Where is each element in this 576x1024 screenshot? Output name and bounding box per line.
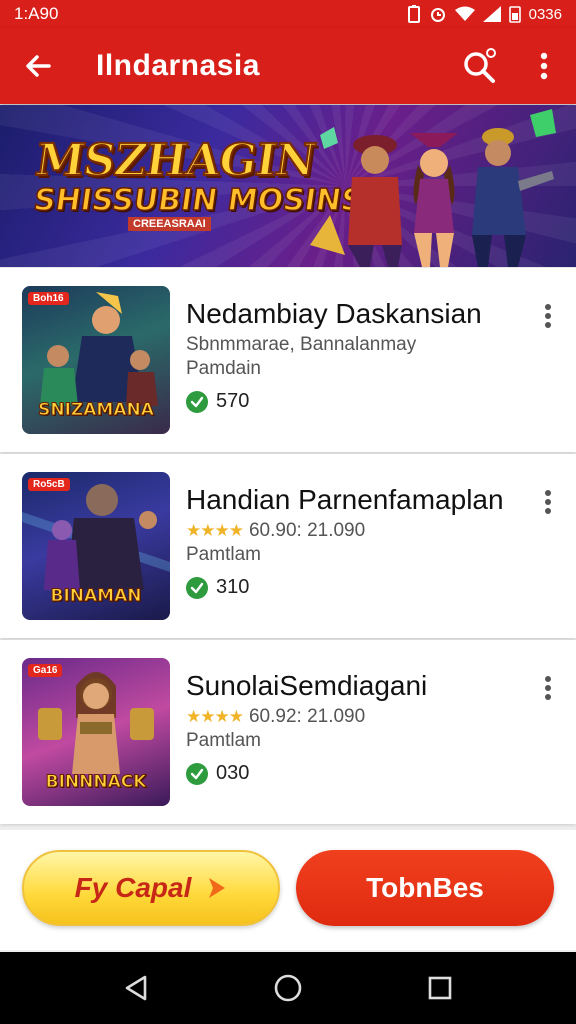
game-meta: ★★★★ 60.90: 21.090 — [186, 520, 365, 542]
arrow-right-icon — [209, 878, 226, 898]
check-icon — [186, 576, 208, 599]
rating-stars-icon: ★★★★ — [186, 521, 244, 540]
rating-stars-icon: ★★★★ — [186, 707, 244, 726]
alarm-icon — [430, 8, 445, 22]
thumbnail-label: SNIZAMANA — [38, 400, 155, 421]
thumbnail-tag: Ro5cB — [28, 478, 70, 491]
wifi-icon — [454, 6, 475, 21]
primary-button-label: Fy Capal — [74, 872, 192, 903]
banner-title: MSZHAGIN — [31, 134, 319, 187]
battery-saver-icon — [407, 5, 420, 23]
secondary-button[interactable]: TobnBes — [296, 850, 554, 926]
action-bar: Fy Capal TobnBes — [0, 830, 576, 950]
game-thumbnail[interactable]: Ro5cB BINAMAN — [22, 472, 170, 620]
status-bar: 1:A90 0336 — [0, 0, 576, 28]
game-meta-text: 60.92: 21.090 — [248, 706, 366, 727]
game-title: Handian Parnenfamaplan — [186, 484, 504, 515]
banner-characters-illustration — [310, 109, 556, 267]
game-category: Pamtlam — [186, 544, 261, 565]
back-button[interactable] — [0, 28, 76, 104]
game-count-value: 030 — [216, 762, 250, 784]
signal-icon — [482, 6, 501, 22]
nav-recents-icon — [428, 976, 452, 1000]
game-thumbnail[interactable]: Boh16 SNIZAMANA — [22, 286, 170, 434]
check-icon — [186, 390, 208, 413]
game-title: SunolaiSemdiagani — [186, 670, 428, 701]
banner-tag: CREEASRAAI — [128, 217, 211, 231]
more-vert-icon — [545, 304, 551, 328]
secondary-button-label: TobnBes — [366, 872, 484, 903]
overflow-menu-button[interactable] — [512, 28, 576, 104]
list-item[interactable]: Ro5cB BINAMAN Handian Parnenfamaplan ★★★… — [0, 454, 576, 638]
status-icons: 0336 — [407, 5, 562, 23]
game-count-value: 310 — [216, 576, 250, 598]
item-more-button[interactable] — [534, 482, 562, 522]
nav-home-icon — [274, 974, 302, 1002]
back-arrow-icon — [26, 55, 51, 77]
status-time: 1:A90 — [14, 4, 59, 23]
primary-button[interactable]: Fy Capal — [22, 850, 280, 926]
nav-home-button[interactable] — [258, 958, 318, 1018]
system-nav-bar — [0, 952, 576, 1024]
status-clock-right: 0336 — [528, 5, 562, 23]
thumbnail-label: BINNNACK — [45, 772, 147, 793]
app-bar: Ilndarnasia — [0, 28, 576, 104]
game-meta-text: Sbnmmarae, Bannalanmay — [186, 334, 417, 355]
search-icon — [464, 48, 496, 83]
game-category: Pamdain — [186, 358, 261, 379]
game-meta-text: 60.90: 21.090 — [248, 520, 366, 541]
nav-back-icon — [125, 975, 147, 1001]
list-item[interactable]: Ga16 BINNNACK SunolaiSemdiagani ★★★★ 60.9… — [0, 640, 576, 824]
item-more-button[interactable] — [534, 296, 562, 336]
game-count: 310 — [186, 576, 249, 599]
game-thumbnail[interactable]: Ga16 BINNNACK — [22, 658, 170, 806]
more-vert-icon — [545, 676, 551, 700]
search-button[interactable] — [448, 28, 512, 104]
check-icon — [186, 762, 208, 785]
thumbnail-tag: Boh16 — [28, 292, 69, 305]
game-count: 030 — [186, 762, 249, 785]
promo-banner[interactable]: MSZHAGIN SHISSUBIN MOSINS CREEASRAAI — [0, 105, 576, 267]
game-count-value: 570 — [216, 390, 250, 412]
page-title: Ilndarnasia — [96, 49, 260, 82]
game-meta: ★★★★ 60.92: 21.090 — [186, 706, 365, 728]
more-vert-icon — [545, 490, 551, 514]
game-count: 570 — [186, 390, 249, 413]
more-vert-icon — [540, 52, 548, 80]
game-category: Pamtlam — [186, 730, 261, 751]
battery-icon — [508, 6, 521, 23]
list-item[interactable]: Boh16 SNIZAMANA Nedambiay Daskansian Sbn… — [0, 268, 576, 452]
nav-back-button[interactable] — [106, 958, 166, 1018]
game-title: Nedambiay Daskansian — [186, 298, 482, 329]
game-meta: Sbnmmarae, Bannalanmay — [186, 334, 416, 356]
thumbnail-tag: Ga16 — [28, 664, 63, 677]
item-more-button[interactable] — [534, 668, 562, 708]
thumbnail-label: BINAMAN — [50, 586, 142, 607]
nav-recents-button[interactable] — [410, 958, 470, 1018]
